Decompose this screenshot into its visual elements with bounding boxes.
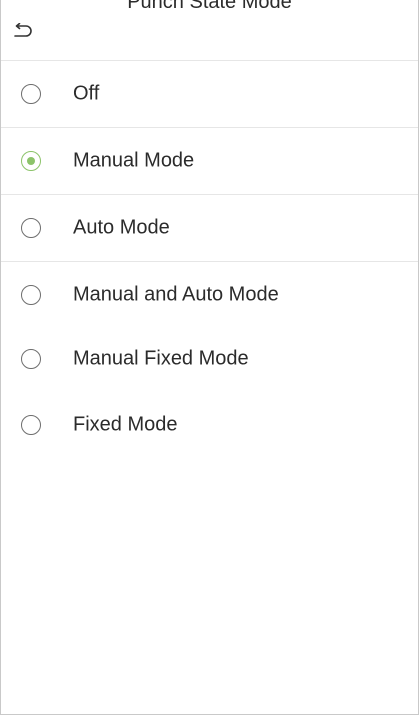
option-label: Fixed Mode <box>73 413 178 436</box>
option-off[interactable]: Off <box>1 61 418 128</box>
option-label: Auto Mode <box>73 216 170 239</box>
page-title-text: Punch State Mode <box>127 0 292 13</box>
radio-button[interactable] <box>21 349 41 369</box>
option-fixed-mode[interactable]: Fixed Mode <box>1 392 418 458</box>
option-label: Manual Mode <box>73 149 195 172</box>
option-auto-mode[interactable]: Auto Mode <box>1 195 418 262</box>
option-manual-mode[interactable]: Manual Mode <box>1 128 418 195</box>
option-label: Manual Fixed Mode <box>73 347 249 370</box>
radio-button-checked[interactable] <box>21 151 41 171</box>
option-label: Manual and Auto Mode <box>73 283 279 306</box>
radio-button[interactable] <box>21 415 41 435</box>
radio-button[interactable] <box>21 84 41 104</box>
radio-button[interactable] <box>21 218 41 238</box>
radio-button[interactable] <box>21 285 41 305</box>
punch-state-mode-screen: Punch State Mode Off Manual Mode Auto Mo… <box>0 0 419 715</box>
option-manual-fixed-mode[interactable]: Manual Fixed Mode <box>1 326 418 392</box>
option-manual-and-auto-mode[interactable]: Manual and Auto Mode <box>1 262 418 328</box>
option-label: Off <box>73 82 100 105</box>
page-title: Punch State Mode <box>1 0 418 60</box>
header-bar: Punch State Mode <box>1 0 418 61</box>
